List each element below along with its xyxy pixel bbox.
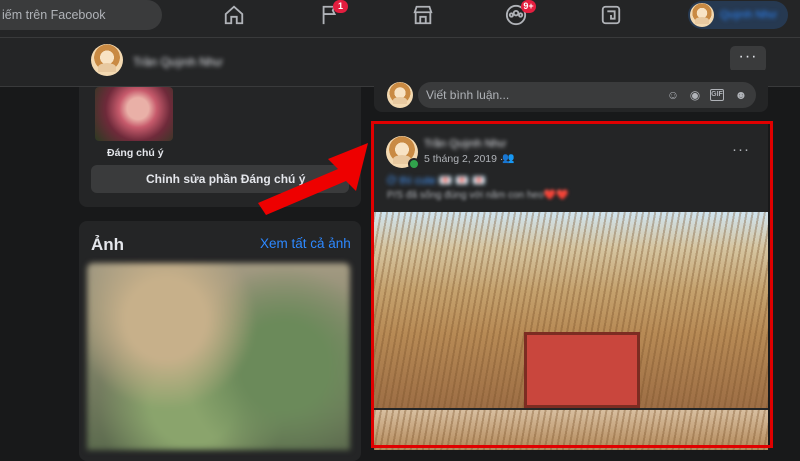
notification-badge: 1: [333, 0, 348, 13]
flag-icon[interactable]: 1: [319, 0, 348, 26]
store-icon[interactable]: [412, 4, 436, 26]
photo-thumbnail[interactable]: [87, 263, 350, 450]
avatar[interactable]: [91, 44, 123, 76]
post-date[interactable]: 5 tháng 2, 2019 ·: [424, 153, 503, 165]
avatar: [387, 82, 413, 108]
sticker-icon[interactable]: ☻: [734, 88, 748, 102]
post-caption-line-1: Ờ thì cute 💌 💌 💌: [387, 175, 486, 187]
emoji-icon[interactable]: ☺: [666, 88, 680, 102]
featured-story-image[interactable]: [95, 87, 173, 141]
comment-placeholder: Viết bình luận...: [426, 88, 510, 102]
gaming-icon[interactable]: [600, 4, 624, 26]
more-options-button[interactable]: ···: [730, 46, 766, 72]
camera-icon[interactable]: ◉: [688, 88, 702, 102]
profile-chip-name: Quỳnh Như: [720, 9, 777, 21]
groups-icon[interactable]: 9+: [505, 0, 536, 26]
search-placeholder: iếm trên Facebook: [2, 8, 106, 22]
online-status-dot: [408, 158, 420, 170]
photos-title: Ảnh: [91, 235, 125, 254]
post-caption-line-2: P/S đã sống đúng với năm con heo❤️❤️: [387, 190, 569, 201]
profile-name[interactable]: Trần Quỳnh Như: [133, 55, 223, 69]
avatar: [690, 3, 714, 27]
notification-badge: 9+: [521, 0, 536, 13]
post-more-options[interactable]: ···: [732, 141, 750, 158]
red-stage-decoration: [524, 332, 640, 408]
profile-chip[interactable]: Quỳnh Như: [688, 1, 788, 29]
post-photo-second[interactable]: [374, 410, 768, 450]
gif-icon[interactable]: GIF: [710, 89, 724, 101]
search-bar[interactable]: iếm trên Facebook: [0, 0, 162, 30]
top-navigation-bar: iếm trên Facebook 1 9+ Quỳnh Như: [0, 0, 800, 38]
comment-input[interactable]: Viết bình luận... ☺ ◉ GIF ☻: [418, 82, 756, 108]
audience-friends-icon[interactable]: 👥: [502, 153, 514, 164]
featured-label: Đáng chú ý: [107, 147, 164, 159]
see-all-photos-link[interactable]: Xem tất cả ảnh: [260, 236, 351, 251]
post-author[interactable]: Trần Quỳnh Như: [424, 138, 506, 150]
red-arrow-annotation: [258, 143, 368, 215]
post-photo[interactable]: [374, 212, 768, 408]
home-icon[interactable]: [223, 4, 247, 26]
